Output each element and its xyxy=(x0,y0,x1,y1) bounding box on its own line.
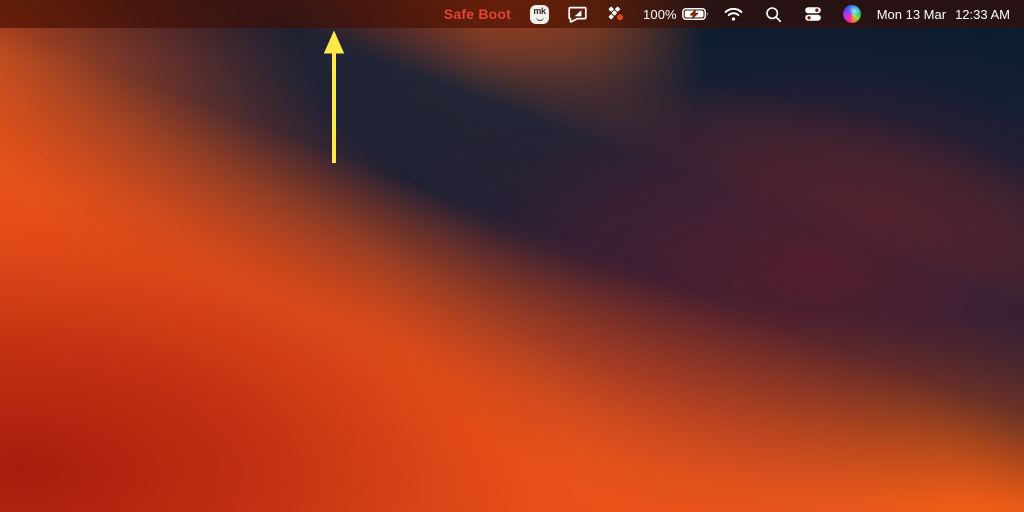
menu-bar-status-section: Safe Boot mk 100% Mon 13 Mar 12:33 AM xyxy=(434,0,1024,28)
clock-date: Mon 13 Mar xyxy=(876,6,947,22)
wifi-icon xyxy=(724,7,743,22)
battery-percent-label: 100% xyxy=(643,6,677,22)
desktop-screen: Safe Boot mk 100% Mon 13 Mar 12:33 AM xyxy=(0,0,1024,512)
mk-app-icon-label: mk xyxy=(533,6,546,16)
menu-bar-item-control-center[interactable] xyxy=(793,0,833,28)
menu-bar-item-cluster[interactable] xyxy=(597,0,635,28)
menu-bar-item-snip[interactable] xyxy=(558,0,597,28)
menu-bar-item-wifi[interactable] xyxy=(713,0,754,28)
menu-bar-clock[interactable]: Mon 13 Mar 12:33 AM xyxy=(877,0,1010,28)
safe-boot-status: Safe Boot xyxy=(434,0,521,28)
safe-boot-label: Safe Boot xyxy=(443,6,512,22)
menu-bar-left-section xyxy=(0,0,434,28)
menu-bar-item-siri[interactable] xyxy=(833,0,871,28)
control-center-icon xyxy=(804,6,822,22)
menu-bar-item-battery[interactable]: 100% xyxy=(643,0,709,28)
cluster-sync-icon xyxy=(607,5,625,23)
menu-bar-item-mk[interactable]: mk xyxy=(521,0,558,28)
menu-bar: Safe Boot mk 100% Mon 13 Mar 12:33 AM xyxy=(0,0,1024,28)
siri-icon xyxy=(842,5,861,23)
mk-app-icon: mk xyxy=(530,4,550,24)
desktop-wallpaper xyxy=(0,0,1024,512)
snip-tool-icon xyxy=(568,6,587,23)
annotation-arrow-up xyxy=(321,29,347,163)
menu-bar-item-search[interactable] xyxy=(754,0,793,28)
search-icon xyxy=(765,6,782,23)
wallpaper-top-shade xyxy=(0,0,1024,512)
clock-time: 12:33 AM xyxy=(955,6,1010,22)
mk-smile-shape xyxy=(535,17,544,21)
battery-charging-icon xyxy=(681,7,709,21)
